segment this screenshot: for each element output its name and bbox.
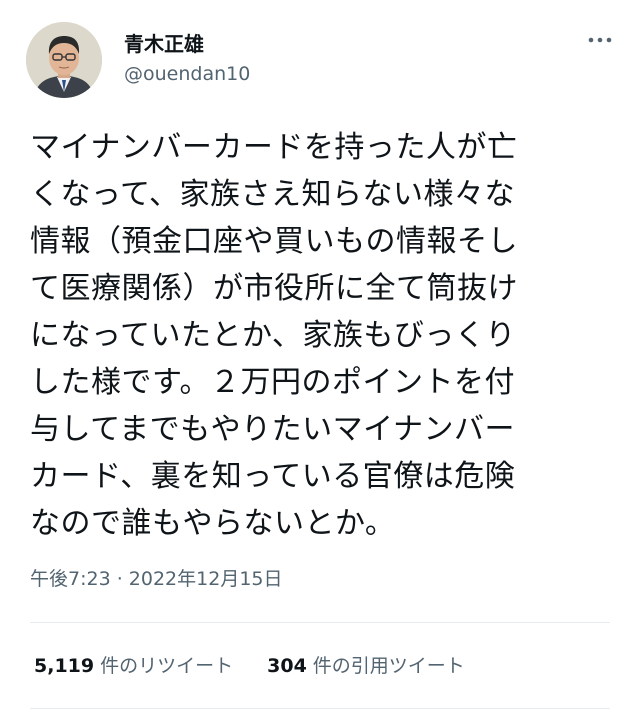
quote-tweets-count: 304 (267, 655, 307, 677)
tweet-header: 青木正雄 @ouendan10 (22, 18, 622, 104)
tweet-stats: 5,119 件のリツイート 304 件の引用ツイート (34, 651, 465, 681)
user-handle[interactable]: @ouendan10 (124, 61, 250, 87)
retweets-label: 件のリツイート (100, 655, 234, 677)
tweet-timestamp[interactable]: 午後7:23 · 2022年12月15日 (30, 565, 283, 593)
tweet-text-line: て医療関係）が市役所に全て筒抜け (30, 271, 518, 306)
tweet-text-line: マイナンバーカードを持った人が亡 (30, 130, 518, 165)
tweet-text-line: 情報（預金口座や買いもの情報そし (30, 224, 518, 259)
tweet-text-line: くなって、家族さえ知らない様々な (30, 177, 515, 212)
user-info: 青木正雄 @ouendan10 (124, 31, 250, 87)
quote-tweets-label: 件の引用ツイート (312, 655, 465, 677)
avatar[interactable] (26, 22, 102, 98)
retweets-count: 5,119 (34, 655, 95, 677)
tweet-text-line: になっていたとか、家族もびっくり (30, 318, 516, 353)
divider (30, 708, 610, 709)
tweet-text-line: した様です。２万円のポイントを付 (30, 365, 515, 400)
tweet-text-line: 与してまでもやりたいマイナンバー (30, 412, 515, 447)
display-name[interactable]: 青木正雄 (124, 31, 250, 57)
quote-tweets-stat[interactable]: 304 件の引用ツイート (267, 652, 465, 680)
retweets-stat[interactable]: 5,119 件のリツイート (34, 652, 233, 680)
tweet-text-line: カード、裏を知っている官僚は危険 (30, 459, 516, 494)
tweet-text: マイナンバーカードを持った人が亡 くなって、家族さえ知らない様々な 情報（預金口… (30, 124, 610, 547)
tweet-text-line: なので誰もやらないとか。 (30, 506, 396, 541)
more-horizontal-icon[interactable] (586, 30, 614, 50)
divider (30, 622, 610, 623)
avatar-photo-icon (26, 22, 102, 98)
